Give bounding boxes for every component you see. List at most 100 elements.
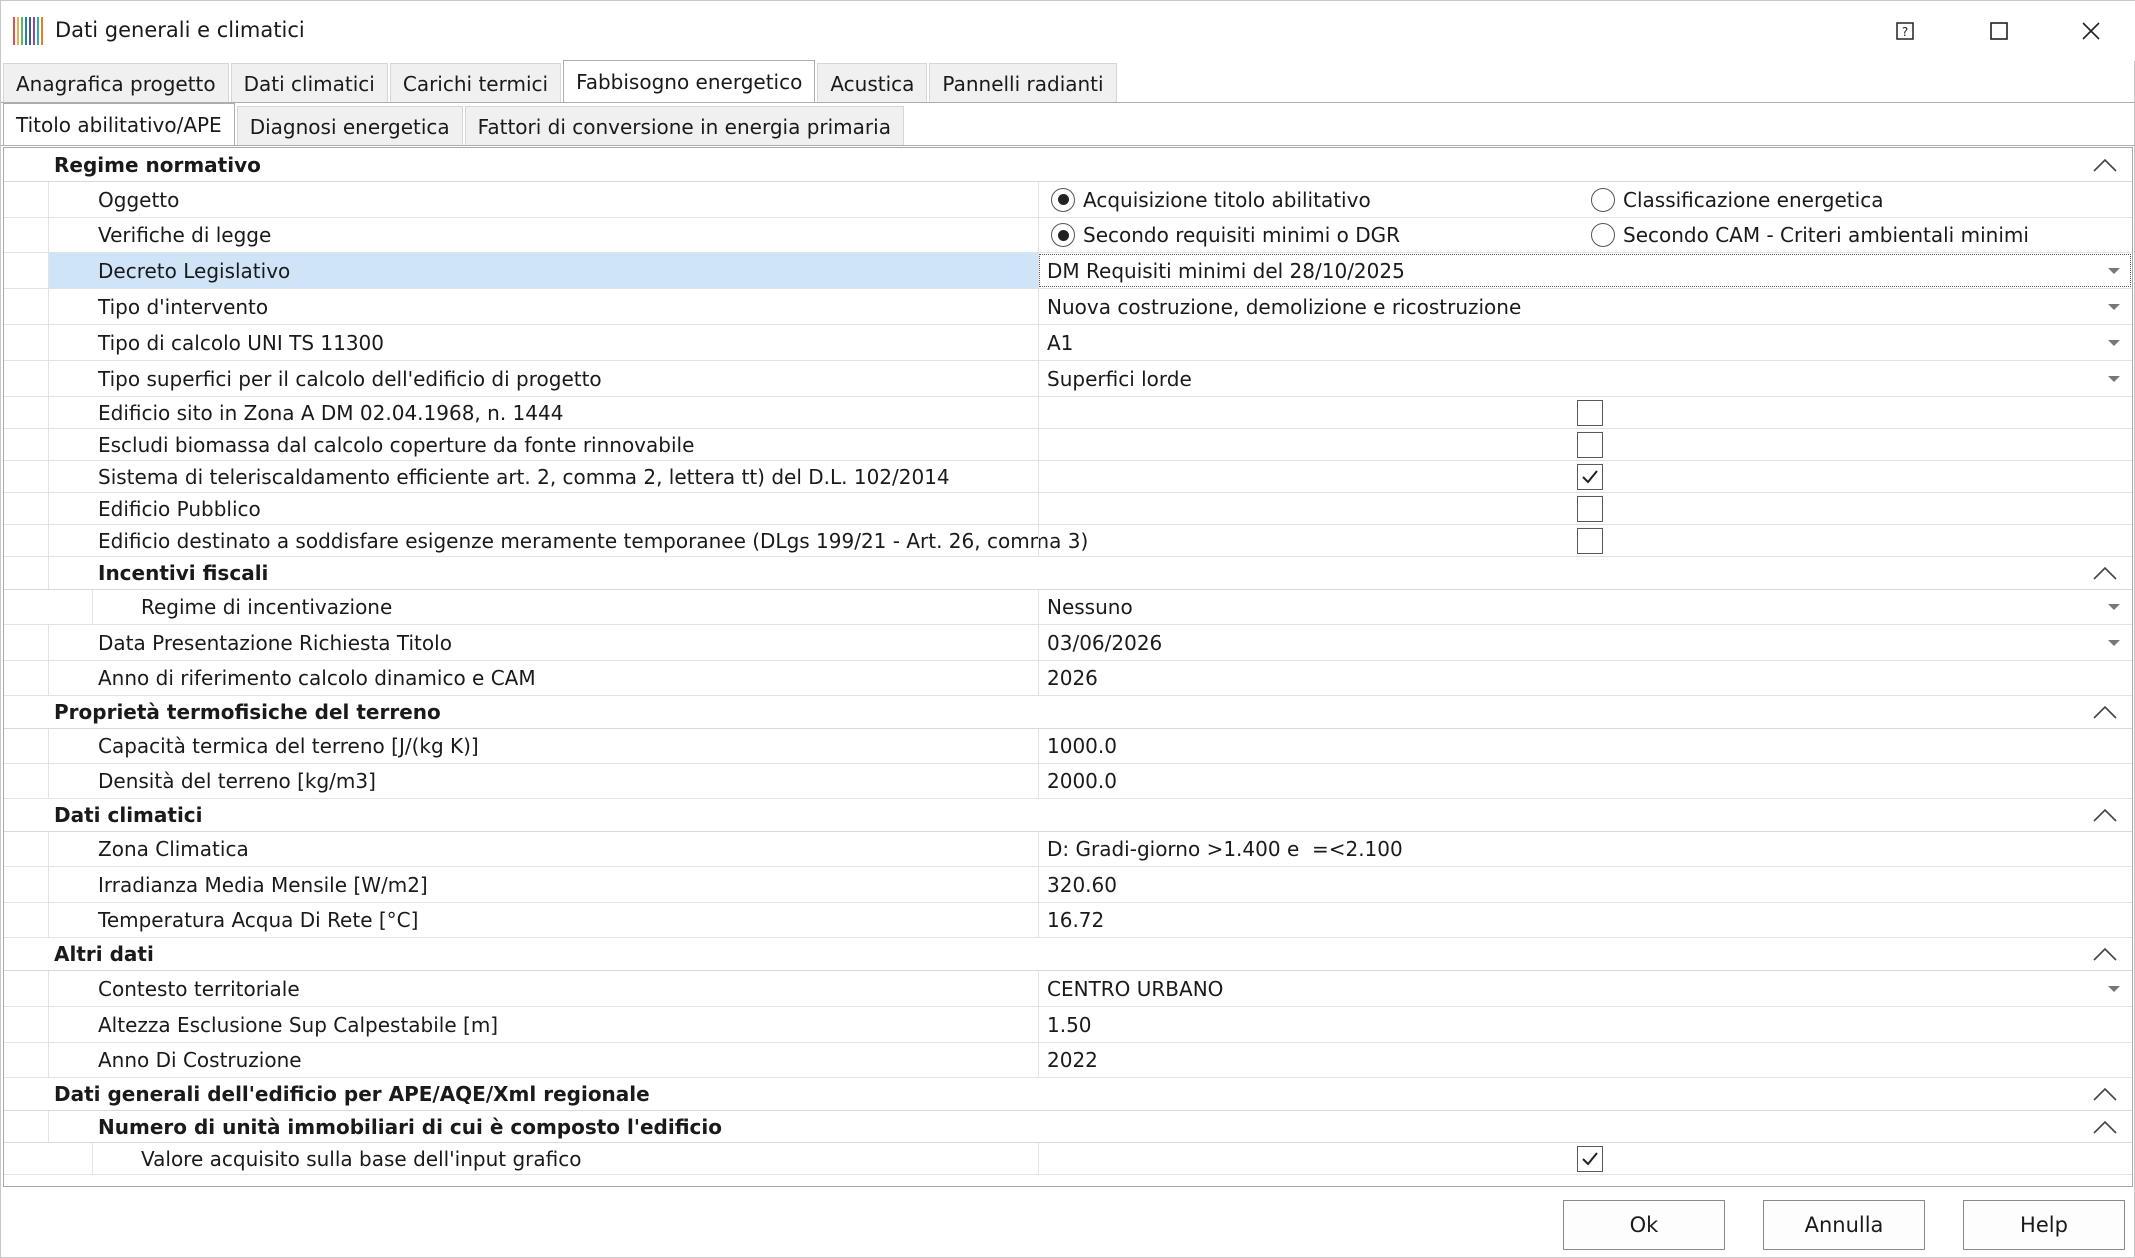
- collapse-icon[interactable]: [2092, 946, 2118, 962]
- tab-titolo-abilitativo-ape[interactable]: Titolo abilitativo/APE: [3, 103, 235, 145]
- title-bar: Dati generali e climatici ?: [1, 1, 2135, 61]
- help-icon[interactable]: ?: [1883, 13, 1927, 49]
- irradianza-field[interactable]: 320.60: [1038, 867, 2132, 902]
- dropdown-arrow-icon[interactable]: [2108, 375, 2120, 382]
- anno-costruzione-field[interactable]: 2022: [1038, 1043, 2132, 1077]
- prop-row-temperatura-acqua[interactable]: Temperatura Acqua Di Rete [°C] 16.72: [4, 903, 2132, 938]
- prop-label: Tipo d'intervento: [48, 289, 1038, 324]
- calcolo-select[interactable]: A1: [1038, 325, 2132, 360]
- tab-pannelli-radianti[interactable]: Pannelli radianti: [929, 63, 1117, 103]
- prop-row-regime-incentivazione[interactable]: Regime di incentivazione Nessuno: [4, 590, 2132, 625]
- regime-incentivazione-select[interactable]: Nessuno: [1038, 590, 2132, 624]
- category-regime-normativo[interactable]: Regime normativo: [4, 148, 2132, 182]
- tab-dati-climatici[interactable]: Dati climatici: [230, 63, 388, 103]
- category-numero-unita[interactable]: Numero di unità immobiliari di cui è com…: [4, 1111, 2132, 1143]
- tab-anagrafica-progetto[interactable]: Anagrafica progetto: [3, 63, 229, 103]
- checkbox-teleriscaldamento[interactable]: [1577, 463, 1603, 490]
- checkmark-icon: [1582, 1151, 1598, 1165]
- prop-row-intervento[interactable]: Tipo d'intervento Nuova costruzione, dem…: [4, 289, 2132, 325]
- prop-value: Acquisizione titolo abilitativo Classifi…: [1038, 182, 2132, 217]
- prop-row-capacita[interactable]: Capacità termica del terreno [J/(kg K)] …: [4, 729, 2132, 764]
- prop-row-zona-climatica[interactable]: Zona Climatica D: Gradi-giorno >1.400 e …: [4, 832, 2132, 867]
- prop-row-verifiche: Verifiche di legge Secondo requisiti min…: [4, 218, 2132, 253]
- radio-cam[interactable]: Secondo CAM - Criteri ambientali minimi: [1591, 223, 2029, 247]
- category-dati-climatici[interactable]: Dati climatici: [4, 799, 2132, 832]
- checkbox-biomassa[interactable]: [1577, 431, 1603, 458]
- dropdown-arrow-icon[interactable]: [2108, 604, 2120, 610]
- prop-row-superfici[interactable]: Tipo superfici per il calcolo dell'edifi…: [4, 361, 2132, 397]
- prop-label: Densità del terreno [kg/m3]: [48, 764, 1038, 798]
- radio-classificazione[interactable]: Classificazione energetica: [1591, 187, 1883, 212]
- decreto-select[interactable]: DM Requisiti minimi del 28/10/2025: [1038, 253, 2132, 288]
- category-title: Dati generali dell'edificio per APE/AQE/…: [54, 1082, 650, 1106]
- prop-label: Edificio sito in Zona A DM 02.04.1968, n…: [48, 397, 1038, 428]
- collapse-icon[interactable]: [2092, 807, 2118, 823]
- radio-selected-icon: [1051, 223, 1075, 247]
- prop-row-irradianza[interactable]: Irradianza Media Mensile [W/m2] 320.60: [4, 867, 2132, 903]
- prop-label: Contesto territoriale: [48, 971, 1038, 1006]
- zona-climatica-field[interactable]: D: Gradi-giorno >1.400 e =<2.100: [1038, 832, 2132, 866]
- category-title: Dati climatici: [54, 803, 203, 827]
- tab-carichi-termici[interactable]: Carichi termici: [389, 63, 562, 103]
- densita-field[interactable]: 2000.0: [1038, 764, 2132, 798]
- prop-label: Temperatura Acqua Di Rete [°C]: [48, 903, 1038, 937]
- annulla-button[interactable]: Annulla: [1763, 1200, 1925, 1250]
- dropdown-arrow-icon[interactable]: [2108, 267, 2120, 274]
- checkbox-temporaneo[interactable]: [1577, 527, 1603, 554]
- prop-row-decreto[interactable]: Decreto Legislativo DM Requisiti minimi …: [4, 253, 2132, 289]
- temperatura-acqua-field[interactable]: 16.72: [1038, 903, 2132, 937]
- radio-acquisizione[interactable]: Acquisizione titolo abilitativo: [1051, 187, 1371, 212]
- tab-divider: [1, 102, 2135, 103]
- category-altri-dati[interactable]: Altri dati: [4, 938, 2132, 971]
- tab-acustica[interactable]: Acustica: [817, 63, 928, 103]
- intervento-select[interactable]: Nuova costruzione, demolizione e ricostr…: [1038, 289, 2132, 324]
- prop-row-anno-riferimento[interactable]: Anno di riferimento calcolo dinamico e C…: [4, 661, 2132, 696]
- capacita-field[interactable]: 1000.0: [1038, 729, 2132, 763]
- category-title: Altri dati: [54, 942, 154, 966]
- dropdown-arrow-icon[interactable]: [2108, 303, 2120, 310]
- checkbox-zona-a[interactable]: [1577, 399, 1603, 426]
- prop-row-altezza[interactable]: Altezza Esclusione Sup Calpestabile [m] …: [4, 1007, 2132, 1043]
- collapse-icon[interactable]: [2092, 565, 2118, 581]
- prop-label: Anno Di Costruzione: [48, 1043, 1038, 1077]
- app-icon: [13, 17, 43, 45]
- maximize-icon[interactable]: [1977, 13, 2021, 49]
- checkbox-valore-acquisito[interactable]: [1577, 1145, 1603, 1172]
- main-tab-strip: Anagrafica progetto Dati climatici Caric…: [1, 60, 1117, 103]
- checkbox-pubblico[interactable]: [1577, 495, 1603, 522]
- tab-diagnosi-energetica[interactable]: Diagnosi energetica: [236, 106, 463, 146]
- category-incentivi-fiscali[interactable]: Incentivi fiscali: [4, 557, 2132, 590]
- contesto-select[interactable]: CENTRO URBANO: [1038, 971, 2132, 1006]
- tab-fabbisogno-energetico[interactable]: Fabbisogno energetico: [563, 60, 816, 102]
- category-dati-generali-ape[interactable]: Dati generali dell'edificio per APE/AQE/…: [4, 1078, 2132, 1111]
- prop-row-pubblico: Edificio Pubblico: [4, 493, 2132, 525]
- data-presentazione-select[interactable]: 03/06/2026: [1038, 625, 2132, 660]
- ok-button[interactable]: Ok: [1563, 1200, 1725, 1250]
- radio-requisiti-minimi[interactable]: Secondo requisiti minimi o DGR: [1051, 223, 1400, 247]
- dropdown-arrow-icon[interactable]: [2108, 985, 2120, 992]
- collapse-icon[interactable]: [2092, 1086, 2118, 1102]
- prop-row-densita[interactable]: Densità del terreno [kg/m3] 2000.0: [4, 764, 2132, 799]
- prop-row-zona-a: Edificio sito in Zona A DM 02.04.1968, n…: [4, 397, 2132, 429]
- prop-label: Regime di incentivazione: [92, 590, 1038, 624]
- prop-row-anno-costruzione[interactable]: Anno Di Costruzione 2022: [4, 1043, 2132, 1078]
- category-title: Regime normativo: [54, 152, 261, 177]
- dropdown-arrow-icon[interactable]: [2108, 339, 2120, 346]
- prop-row-calcolo[interactable]: Tipo di calcolo UNI TS 11300 A1: [4, 325, 2132, 361]
- collapse-icon[interactable]: [2092, 704, 2118, 720]
- altezza-field[interactable]: 1.50: [1038, 1007, 2132, 1042]
- prop-row-teleriscaldamento: Sistema di teleriscaldamento efficiente …: [4, 461, 2132, 493]
- dropdown-arrow-icon[interactable]: [2108, 639, 2120, 646]
- superfici-select[interactable]: Superfici lorde: [1038, 361, 2132, 396]
- close-icon[interactable]: [2069, 13, 2113, 49]
- prop-value: Secondo requisiti minimi o DGR Secondo C…: [1038, 218, 2132, 252]
- collapse-icon[interactable]: [2092, 157, 2118, 173]
- category-terreno[interactable]: Proprietà termofisiche del terreno: [4, 696, 2132, 729]
- tab-fattori-conversione[interactable]: Fattori di conversione in energia primar…: [464, 106, 904, 146]
- prop-row-data-presentazione[interactable]: Data Presentazione Richiesta Titolo 03/0…: [4, 625, 2132, 661]
- collapse-icon[interactable]: [2092, 1119, 2118, 1135]
- prop-row-contesto[interactable]: Contesto territoriale CENTRO URBANO: [4, 971, 2132, 1007]
- anno-riferimento-field[interactable]: 2026: [1038, 661, 2132, 695]
- help-button[interactable]: Help: [1963, 1200, 2125, 1250]
- radio-unselected-icon: [1591, 223, 1615, 247]
